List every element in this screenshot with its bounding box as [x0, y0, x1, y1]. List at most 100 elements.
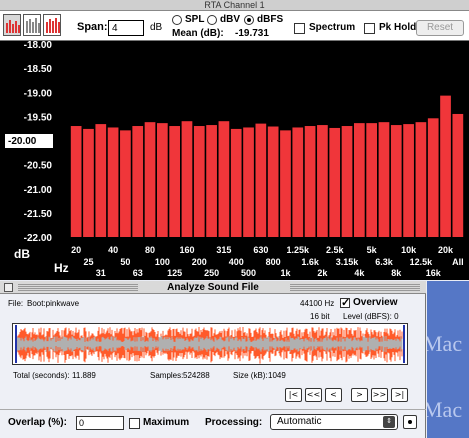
spectrum-bar [181, 121, 193, 237]
reset-button[interactable]: Reset [416, 20, 464, 36]
spectrum-bar [83, 128, 94, 237]
desktop-volume-label-2: Mac [427, 397, 463, 422]
x-tick-label: 315 [216, 245, 231, 255]
step-forward-button[interactable]: > [351, 388, 368, 402]
x-tick-label: All [452, 257, 464, 267]
y-tick-label: -19.50 [24, 112, 53, 123]
bit-depth: 16 bit [310, 312, 330, 321]
spl-label: SPL [185, 14, 205, 25]
y-tick-label: -18.50 [24, 64, 53, 75]
size-label: Size (kB): [233, 371, 268, 380]
span-input[interactable] [108, 20, 144, 36]
grey-bar-view-icon[interactable] [23, 14, 41, 36]
spectrum-bar [243, 127, 254, 237]
x-tick-label: 6.3k [375, 257, 394, 267]
maximum-checkbox[interactable] [129, 418, 140, 429]
x-tick-label: 1.6k [301, 257, 320, 267]
spectrum-bar [107, 127, 119, 237]
mean-value: -19.731 [235, 28, 269, 39]
x-tick-label: 2.5k [326, 245, 345, 255]
x-tick-label: 31 [96, 268, 106, 278]
spectrum-label: Spectrum [309, 22, 356, 33]
spectrum-bar [317, 125, 328, 237]
x-tick-label: 12.5k [410, 257, 434, 267]
spectrum-checkbox[interactable] [294, 23, 305, 34]
x-tick-label: 20k [438, 245, 454, 255]
overlap-label: Overlap (%): [8, 417, 67, 428]
x-tick-label: 200 [192, 257, 207, 267]
x-tick-label: 5k [367, 245, 378, 255]
spectrum-bar [366, 123, 378, 237]
analyze-sound-file-window: Analyze Sound File File: Boot:pinkwave 4… [0, 281, 426, 438]
dbv-radio[interactable] [207, 15, 217, 25]
fast-forward-button[interactable]: >> [371, 388, 388, 402]
file-name: Boot:pinkwave [27, 299, 80, 308]
x-tick-label: 10k [401, 245, 417, 255]
processing-label: Processing: [205, 417, 263, 428]
spl-radio[interactable] [172, 15, 182, 25]
total-seconds-value: 11.889 [72, 371, 96, 380]
desktop-background: Mac Mac [427, 281, 469, 438]
maximum-label: Maximum [143, 417, 190, 428]
samples-value: 524288 [183, 371, 210, 380]
go-start-button[interactable]: |< [285, 388, 302, 402]
go-end-button[interactable]: >| [391, 388, 408, 402]
dbfs-radio[interactable] [244, 15, 254, 25]
rta-toolbar: Span: dB SPL dBV dBFS Mean (dB): -19.731… [0, 11, 469, 41]
spectrum-bar [292, 127, 304, 237]
spectrum-bar [415, 122, 427, 237]
x-tick-label: 100 [155, 257, 170, 267]
mean-label: Mean (dB): [172, 28, 224, 39]
process-run-button[interactable] [403, 415, 417, 429]
spectrum-bar [280, 130, 291, 237]
span-label: Span: [77, 21, 108, 33]
x-tick-label: 20 [71, 245, 81, 255]
dbfs-label: dBFS [257, 14, 284, 25]
pk-hold-checkbox[interactable] [364, 23, 375, 34]
step-back-button[interactable]: < [325, 388, 342, 402]
spectrum-chart-svg: -18.00 -18.50 -19.00 -19.50 -20.50 -21.00 -21.… [14, 41, 464, 278]
samples-label: Samples: [150, 371, 184, 380]
spectrum-bar [230, 128, 242, 237]
analyze-title-bar[interactable]: Analyze Sound File [0, 281, 426, 294]
spectrum-bar [403, 124, 414, 237]
close-box-icon[interactable] [4, 283, 13, 292]
x-tick-label: 400 [229, 257, 244, 267]
spectrum-bar [427, 118, 439, 237]
x-tick-label: 2k [317, 268, 328, 278]
overlap-input[interactable] [76, 416, 124, 430]
y-tick-label: -18.00 [24, 41, 53, 51]
sample-rate: 44100 Hz [300, 299, 335, 308]
divider [0, 409, 426, 410]
x-tick-label: 3.15k [336, 257, 360, 267]
spectrum-bar [70, 126, 82, 237]
spectrum-bar [218, 121, 230, 237]
bar-view-icon[interactable] [3, 14, 21, 36]
x-tick-label: 16k [426, 268, 442, 278]
peak-view-icon[interactable] [43, 14, 61, 36]
db-level-field[interactable] [3, 132, 55, 150]
x-tick-label: 80 [145, 245, 155, 255]
y-tick-label: -20.50 [24, 161, 53, 172]
rta-title-bar[interactable]: RTA Channel 1 [0, 0, 469, 11]
spectrum-bar [206, 125, 217, 237]
spectrum-bar [120, 130, 131, 237]
spectrum-bar [329, 127, 341, 237]
desktop-volume-label: Mac [427, 331, 463, 356]
spectrum-bar [304, 126, 316, 237]
overview-label: Overview [353, 297, 398, 308]
processing-select[interactable]: Automatic ⇕ [270, 414, 398, 430]
spectrum-bar [132, 126, 144, 237]
span-unit: dB [150, 22, 163, 33]
rewind-button[interactable]: << [305, 388, 322, 402]
x-tick-label: 630 [253, 245, 268, 255]
x-tick-label: 40 [108, 245, 118, 255]
title-stripes-right [290, 284, 420, 291]
spectrum-bar [255, 123, 267, 237]
db-unit-label: dB [14, 247, 30, 261]
x-tick-label: 8k [391, 268, 402, 278]
x-tick-label: 800 [266, 257, 281, 267]
waveform-view[interactable] [12, 323, 408, 365]
overview-checkbox[interactable] [340, 296, 350, 309]
dbv-label: dBV [220, 14, 240, 25]
